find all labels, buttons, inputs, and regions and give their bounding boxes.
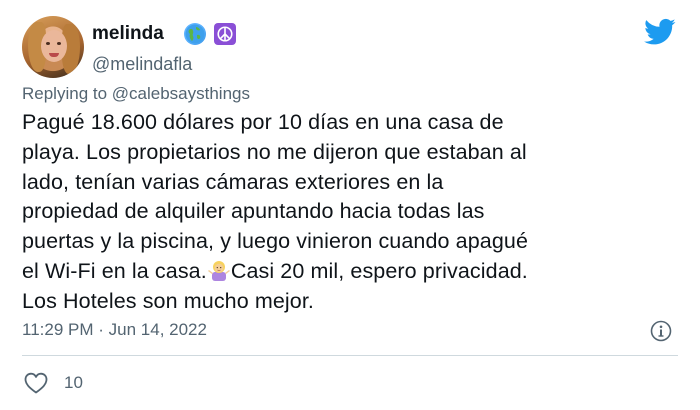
tweet-text: Pagué 18.600 dólares por 10 días en una … [22, 108, 682, 317]
avatar[interactable] [22, 16, 84, 78]
reply-target-handle[interactable]: @calebsaysthings [112, 84, 250, 103]
woman-shrugging-emoji-icon [207, 260, 230, 281]
peace-symbol-icon [214, 23, 236, 45]
timestamp-separator: · [98, 320, 104, 339]
tweet-text-line-6: el Wi-Fi en la casa. Casi 20 mil, espero… [22, 257, 682, 287]
tweet-date: Jun 14, 2022 [108, 320, 207, 339]
tweet-text-segment: Casi 20 mil, espero privacidad. [230, 258, 528, 283]
tweet-text-line: propiedad de alquiler apuntando hacia to… [22, 199, 485, 224]
tweet-text-line: lado, tenían varias cámaras exteriores e… [22, 169, 444, 194]
author-display-name[interactable]: melinda [92, 23, 164, 45]
globe-americas-icon [184, 23, 206, 45]
tweet-text-line: Los Hoteles son mucho mejor. [22, 288, 314, 313]
tweet-card: melinda @melindafla Replying to @calebsa… [0, 0, 700, 410]
tweet-timestamp[interactable]: 11:29 PM · Jun 14, 2022 [22, 320, 207, 340]
replying-to-line: Replying to @calebsaysthings [22, 84, 250, 104]
divider [22, 355, 678, 356]
tweet-text-line: Pagué 18.600 dólares por 10 días en una … [22, 110, 504, 134]
heart-icon[interactable] [24, 372, 48, 394]
twitter-bird-icon[interactable] [644, 18, 676, 46]
author-handle[interactable]: @melindafla [92, 54, 192, 75]
info-icon[interactable] [650, 320, 672, 342]
like-count: 10 [64, 373, 83, 392]
tweet-text-line: puertas y la piscina, y luego vinieron c… [22, 229, 529, 254]
tweet-time: 11:29 PM [22, 320, 94, 339]
replying-to-prefix: Replying to [22, 84, 112, 103]
tweet-text-line: playa. Los propietarios no me dijeron qu… [22, 139, 527, 164]
tweet-text-segment: el Wi-Fi en la casa. [22, 258, 207, 283]
